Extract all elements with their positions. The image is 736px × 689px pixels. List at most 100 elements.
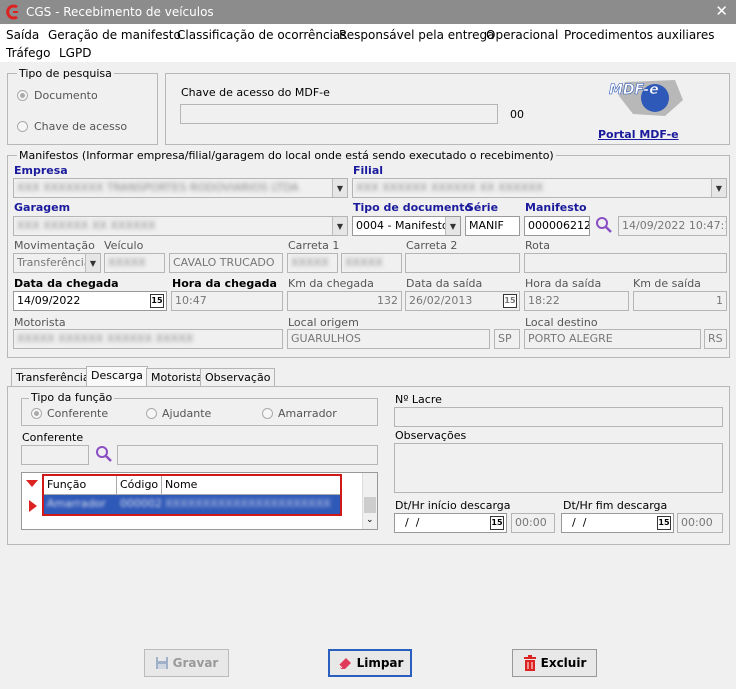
carreta1-input[interactable]: XXXXX <box>287 253 338 273</box>
dt-inicio-label: Dt/Hr início descarga <box>395 499 511 512</box>
conferente-code-input[interactable] <box>21 445 89 465</box>
chave-acesso-label: Chave de acesso do MDF-e <box>181 86 330 99</box>
menu-responsavel-entrega[interactable]: Responsável pela entrega <box>339 28 494 42</box>
lacre-label: Nº Lacre <box>395 393 442 406</box>
data-saida-input[interactable]: 26/02/2013 15 <box>405 291 520 311</box>
scroll-down-icon[interactable]: ⌄ <box>366 515 374 525</box>
tab-observacao[interactable]: Observação <box>200 368 276 386</box>
movimentacao-label: Movimentação <box>14 239 95 252</box>
observacoes-label: Observações <box>395 429 467 442</box>
mdfe-logo-icon: MDF-e <box>609 80 683 116</box>
eraser-icon <box>338 658 351 669</box>
data-chegada-input[interactable]: 14/09/2022 15 <box>13 291 167 311</box>
calendar-icon[interactable]: 15 <box>490 516 504 530</box>
grid-header: Função Código Nome <box>44 476 340 495</box>
local-origem-label: Local origem <box>288 316 359 329</box>
local-destino-input[interactable]: PORTO ALEGRE <box>524 329 701 349</box>
sort-down-icon[interactable] <box>26 480 38 488</box>
manifesto-label: Manifesto <box>525 201 587 214</box>
gravar-button[interactable]: Gravar <box>144 649 229 677</box>
grid-scrollbar[interactable]: ⌄ <box>362 473 377 529</box>
hora-saida-input[interactable]: 18:22 <box>524 291 629 311</box>
radio-documento[interactable] <box>17 90 28 101</box>
local-destino-label: Local destino <box>525 316 598 329</box>
tipo-documento-label: Tipo de documento <box>353 201 473 214</box>
portal-mdfe-link[interactable]: Portal MDF-e <box>598 128 679 141</box>
manifesto-input[interactable]: 0000062125 <box>524 216 590 236</box>
menu-saida[interactable]: Saída <box>6 28 39 42</box>
chave-acesso-input[interactable] <box>180 104 498 124</box>
radio-chave-label: Chave de acesso <box>34 120 128 133</box>
grid-header-funcao[interactable]: Função <box>44 476 117 494</box>
km-chegada-input[interactable]: 132 <box>287 291 402 311</box>
tab-transferencia[interactable]: Transferência <box>11 368 95 386</box>
search-icon[interactable] <box>95 445 113 463</box>
calendar-icon[interactable]: 15 <box>150 294 164 308</box>
title-bar: CGS - Recebimento de veículos ✕ <box>0 0 736 24</box>
data-saida-label: Data da saída <box>406 277 483 290</box>
close-icon[interactable]: ✕ <box>715 2 728 20</box>
km-saida-label: Km de saída <box>633 277 701 290</box>
hora-saida-label: Hora da saída <box>525 277 602 290</box>
menu-lgpd[interactable]: LGPD <box>59 46 91 60</box>
veiculo-descricao: CAVALO TRUCADO <box>169 253 283 273</box>
carreta1-label: Carreta 1 <box>288 239 340 252</box>
dt-fim-time[interactable]: 00:00 <box>677 513 723 533</box>
serie-input[interactable]: MANIF <box>465 216 520 236</box>
table-row[interactable]: Amarrador 000002 XXXXXXXXXXXXXXXXXXXXXX <box>44 495 340 514</box>
movimentacao-select[interactable]: Transferência ▼ <box>13 253 101 273</box>
menu-trafego[interactable]: Tráfego <box>6 46 50 60</box>
dt-inicio-time[interactable]: 00:00 <box>511 513 555 533</box>
filial-select[interactable]: XXX XXXXXX XXXXXX XX XXXXXX ▼ <box>352 178 727 198</box>
lacre-input[interactable] <box>394 407 723 427</box>
trash-icon <box>523 655 536 671</box>
calendar-icon[interactable]: 15 <box>503 294 517 308</box>
local-origem-input[interactable]: GUARULHOS <box>287 329 490 349</box>
radio-amarrador[interactable] <box>262 408 273 419</box>
conferente-name-input[interactable] <box>117 445 378 465</box>
tab-descarga[interactable]: Descarga <box>86 366 148 387</box>
carreta2-input[interactable] <box>405 253 520 273</box>
motorista-input[interactable]: XXXXX XXXXXX XXXXXX XXXXX <box>13 329 283 349</box>
grid-header-codigo[interactable]: Código <box>117 476 162 494</box>
km-saida-input[interactable]: 1 <box>633 291 727 311</box>
empresa-select[interactable]: XXX XXXXXXXX TRANSPORTES RODOVIARIOS LTD… <box>13 178 348 198</box>
tipo-documento-select[interactable]: 0004 - Manifesto ▼ <box>352 216 461 236</box>
radio-ajudante[interactable] <box>146 408 157 419</box>
radio-chave-acesso[interactable] <box>17 121 28 132</box>
radio-conferente-label: Conferente <box>47 407 109 420</box>
radio-conferente[interactable] <box>31 408 42 419</box>
observacoes-input[interactable] <box>394 443 723 493</box>
hora-chegada-label: Hora da chegada <box>172 277 277 290</box>
veiculo-input[interactable]: XXXXX <box>104 253 165 273</box>
tab-motorista[interactable]: Motorista <box>146 368 208 386</box>
hora-chegada-input[interactable]: 10:47 <box>171 291 283 311</box>
excluir-button[interactable]: Excluir <box>512 649 597 677</box>
search-icon[interactable] <box>595 216 613 234</box>
rota-label: Rota <box>525 239 550 252</box>
grid-header-nome[interactable]: Nome <box>162 476 340 494</box>
save-icon <box>155 657 168 669</box>
manifestos-title: Manifestos (Informar empresa/filial/gara… <box>17 149 556 162</box>
garagem-select[interactable]: XXX XXXXXX XX XXXXXX ▼ <box>13 216 348 236</box>
radio-documento-label: Documento <box>34 89 98 102</box>
dt-inicio-date[interactable]: / /15 <box>394 513 507 533</box>
tipo-pesquisa-title: Tipo de pesquisa <box>17 67 114 80</box>
carreta2-label: Carreta 2 <box>406 239 458 252</box>
menu-procedimentos-auxiliares[interactable]: Procedimentos auxiliares <box>564 28 714 42</box>
empresa-label: Empresa <box>14 164 68 177</box>
limpar-button[interactable]: Limpar <box>328 649 412 677</box>
window-title: CGS - Recebimento de veículos <box>26 5 214 19</box>
menu-classificacao-ocorrencias[interactable]: Classificação de ocorrências <box>177 28 347 42</box>
local-destino-uf: RS <box>704 329 727 349</box>
garagem-label: Garagem <box>14 201 71 214</box>
rota-input[interactable] <box>524 253 727 273</box>
row-pointer-icon <box>29 500 37 512</box>
data-chegada-label: Data da chegada <box>14 277 119 290</box>
chave-count: 00 <box>510 108 524 121</box>
dt-fim-date[interactable]: / /15 <box>561 513 674 533</box>
menu-geracao-manifesto[interactable]: Geração de manifesto <box>48 28 181 42</box>
scrollbar-thumb[interactable] <box>364 497 376 513</box>
calendar-icon[interactable]: 15 <box>657 516 671 530</box>
menu-operacional[interactable]: Operacional <box>486 28 558 42</box>
